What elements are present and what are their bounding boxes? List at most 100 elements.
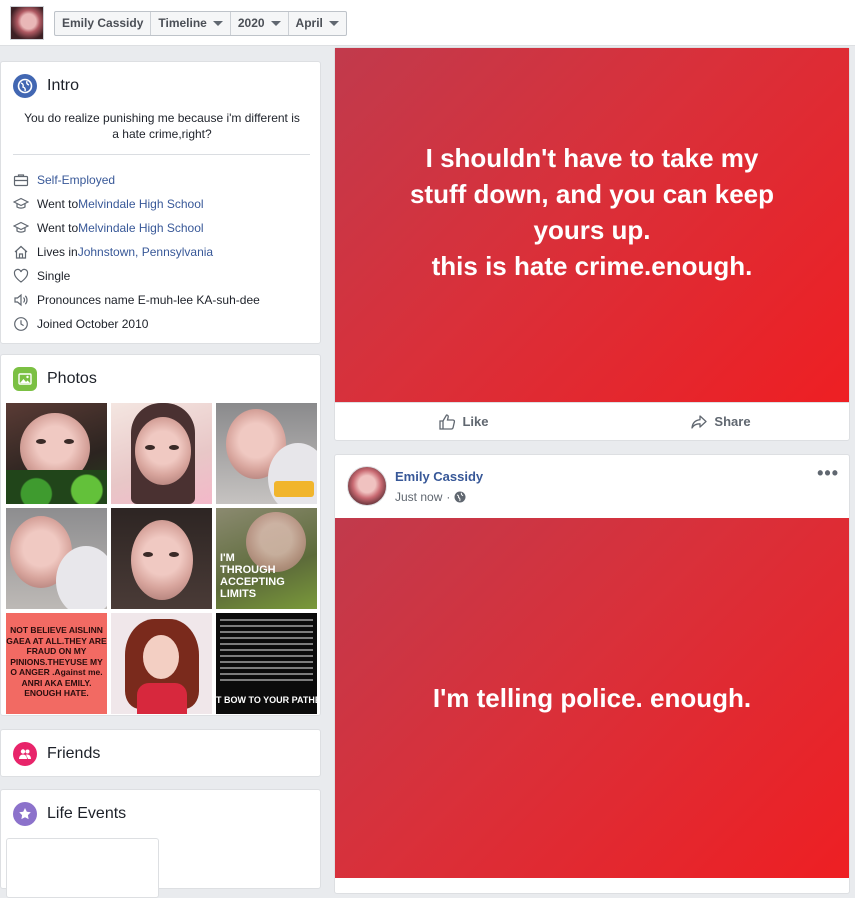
photo-icon: [13, 367, 37, 391]
face-image: [131, 520, 193, 600]
graduation-cap-icon: [13, 221, 29, 233]
breadcrumb-year[interactable]: 2020: [231, 12, 289, 35]
breadcrumb-name-label: Emily Cassidy: [62, 16, 144, 30]
photo-thumbnail[interactable]: [216, 403, 317, 504]
intro-list: Self-Employed Went to Melvindale High Sc…: [13, 168, 260, 336]
post-card: Emily Cassidy Just now · ••• I'm telling…: [334, 454, 850, 894]
clock-icon: [14, 317, 28, 331]
intro-item-residence: Lives in Johnstown, Pennsylvania: [13, 240, 260, 264]
post-text: I'm telling police. enough.: [432, 682, 752, 713]
share-button[interactable]: Share: [592, 413, 849, 431]
intro-item-joined: Joined October 2010: [13, 312, 260, 336]
intro-item-link[interactable]: Melvindale High School: [78, 221, 203, 235]
breadcrumb-month-label: April: [295, 16, 323, 30]
share-label: Share: [714, 414, 751, 429]
eye: [169, 445, 179, 450]
meta-separator: ·: [446, 490, 451, 504]
heart-icon: [13, 268, 29, 283]
photo-thumbnail[interactable]: [111, 508, 212, 609]
intro-title: Intro: [47, 77, 80, 94]
breadcrumb: Emily Cassidy Timeline 2020 April: [54, 11, 347, 36]
photo-thumbnail[interactable]: NOT BELIEVE AISLINN GAEA AT ALL.THEY ARE…: [6, 613, 107, 714]
intro-item-text: Joined October 2010: [37, 317, 149, 331]
globe-icon: [454, 491, 466, 503]
eye: [169, 552, 179, 557]
photo-text: NOT BELIEVE AISLINN GAEA AT ALL.THEY ARE…: [6, 625, 107, 698]
intro-item-text: Lives in: [37, 245, 78, 259]
post-timestamp[interactable]: Just now: [395, 490, 442, 504]
breadcrumb-month[interactable]: April: [289, 12, 346, 35]
intro-item-text: Pronounces name E-muh-lee KA-suh-dee: [37, 293, 260, 307]
friends-header[interactable]: Friends: [13, 742, 100, 766]
photo-thumbnail[interactable]: [6, 403, 107, 504]
intro-item-education: Went to Melvindale High School: [13, 216, 260, 240]
sticker: [274, 481, 314, 497]
author-avatar[interactable]: [347, 466, 387, 506]
chevron-down-icon: [212, 21, 223, 26]
eye: [36, 439, 46, 444]
breadcrumb-year-label: 2020: [237, 16, 265, 30]
like-button[interactable]: Like: [335, 413, 592, 431]
like-label: Like: [462, 414, 489, 429]
globe-icon: [13, 74, 37, 98]
thumbs-up-icon: [439, 413, 456, 430]
intro-item-relationship: Single: [13, 264, 260, 288]
eye: [143, 552, 153, 557]
photo-thumbnail[interactable]: [111, 403, 212, 504]
dress-drawing: [137, 683, 187, 714]
friends-card: Friends: [0, 729, 321, 777]
intro-item-link[interactable]: Self-Employed: [37, 173, 115, 187]
photo-text-lines: [220, 619, 313, 685]
photos-card: Photos I'M THROUGH ACCEPTING LIMITS NOT …: [0, 354, 321, 716]
photo-thumbnail[interactable]: [111, 613, 212, 714]
life-event-item[interactable]: [6, 838, 159, 898]
life-events-header[interactable]: Life Events: [13, 802, 126, 826]
star-icon: [13, 802, 37, 826]
intro-item-work: Self-Employed: [13, 168, 260, 192]
intro-item-text: Single: [37, 269, 71, 283]
photo-thumbnail[interactable]: I'M THROUGH ACCEPTING LIMITS: [216, 508, 317, 609]
divider: [13, 154, 310, 155]
photo-thumbnail[interactable]: T BOW TO YOUR PATHET: [216, 613, 317, 714]
top-bar: Emily Cassidy Timeline 2020 April: [0, 0, 855, 46]
post-meta: Just now ·: [395, 490, 466, 504]
post-text: I shouldn't have to take my stuff down, …: [409, 143, 775, 281]
intro-item-pronunciation: Pronounces name E-muh-lee KA-suh-dee: [13, 288, 260, 312]
intro-item-link[interactable]: Johnstown, Pennsylvania: [78, 245, 213, 259]
profile-avatar[interactable]: [10, 6, 44, 40]
friends-title: Friends: [47, 745, 101, 762]
photo-text: I'M THROUGH ACCEPTING LIMITS: [220, 552, 285, 600]
share-icon: [691, 414, 708, 429]
briefcase-icon: [13, 174, 29, 187]
intro-item-link[interactable]: Melvindale High School: [78, 197, 203, 211]
intro-header: Intro: [13, 74, 79, 98]
clover-decoration: [6, 470, 107, 504]
post-actions: Like Share: [335, 402, 849, 440]
friends-icon: [13, 742, 37, 766]
chevron-down-icon: [270, 21, 281, 26]
post-author[interactable]: Emily Cassidy: [395, 469, 483, 484]
post-text-background: I shouldn't have to take my stuff down, …: [335, 48, 849, 402]
home-icon: [14, 245, 28, 259]
photo-text: T BOW TO YOUR PATHET: [216, 695, 317, 705]
speaker-icon: [14, 293, 28, 307]
life-events-card: Life Events: [0, 789, 321, 898]
eye: [64, 439, 74, 444]
post-card: I shouldn't have to take my stuff down, …: [334, 47, 850, 441]
face-drawing: [143, 635, 179, 679]
more-options-button[interactable]: •••: [817, 463, 839, 484]
photos-title: Photos: [47, 370, 97, 387]
post-text-background: I'm telling police. enough.: [335, 518, 849, 878]
breadcrumb-timeline[interactable]: Timeline: [151, 12, 231, 35]
eye: [145, 445, 155, 450]
intro-bio: You do realize punishing me because i'm …: [24, 111, 300, 141]
graduation-cap-icon: [13, 197, 29, 209]
intro-item-text: Went to: [37, 197, 79, 211]
photo-thumbnail[interactable]: [6, 508, 107, 609]
pillow: [56, 546, 107, 609]
breadcrumb-timeline-label: Timeline: [158, 16, 207, 30]
life-events-title: Life Events: [47, 805, 127, 822]
intro-item-text: Went to: [37, 221, 79, 235]
breadcrumb-name[interactable]: Emily Cassidy: [55, 12, 152, 35]
photos-header[interactable]: Photos: [13, 367, 97, 391]
